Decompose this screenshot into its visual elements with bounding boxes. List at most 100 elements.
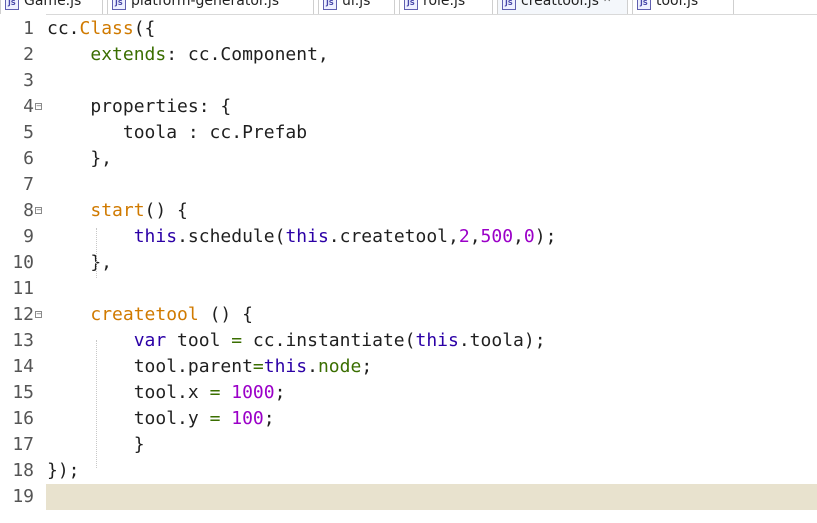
code-token: .createtool, <box>328 226 459 247</box>
code-line[interactable]: 6 }, <box>0 146 817 172</box>
code-text: tool.x = 1000; <box>47 380 286 406</box>
code-token: : cc.Component, <box>166 44 329 65</box>
code-line[interactable]: 12− createtool () { <box>0 302 817 328</box>
close-tab-icon[interactable]: ✕ <box>603 0 611 7</box>
code-token: }, <box>47 148 113 169</box>
line-number: 12 <box>12 304 34 325</box>
code-line[interactable]: 16 tool.y = 100; <box>0 406 817 432</box>
line-number: 18 <box>12 460 34 481</box>
line-number: 10 <box>12 252 34 273</box>
code-token: () { <box>198 304 253 325</box>
line-number: 8 <box>23 200 34 221</box>
code-line[interactable]: 15 tool.x = 1000; <box>0 380 817 406</box>
code-token: cc. <box>47 18 80 39</box>
code-text: }, <box>47 146 112 172</box>
syntax-token-num: 500 <box>480 226 514 247</box>
fold-toggle-icon[interactable]: − <box>35 103 42 110</box>
tab-ui-js[interactable]: JS ui.js <box>318 0 395 14</box>
syntax-token-orange: start <box>90 200 145 221</box>
code-token: }); <box>47 460 80 481</box>
line-number: 15 <box>12 382 34 403</box>
code-line[interactable]: 2 extends: cc.Component, <box>0 42 817 68</box>
line-number: 7 <box>23 174 34 195</box>
line-number: 19 <box>12 486 34 507</box>
tab-label: ui.js <box>342 0 371 9</box>
syntax-token-op: = <box>231 330 243 351</box>
tab-platform-generator-js[interactable]: JS platform-generator.js <box>107 0 314 14</box>
js-file-icon: JS <box>323 0 337 10</box>
syntax-token-green: node <box>317 356 362 377</box>
code-line[interactable]: 5 toola : cc.Prefab <box>0 120 817 146</box>
code-line[interactable]: 14 tool.parent=this.node; <box>0 354 817 380</box>
fold-toggle-icon[interactable]: − <box>35 207 42 214</box>
code-token: tool.y <box>47 408 210 429</box>
code-token: ; <box>263 408 275 429</box>
syntax-token-blue: this <box>285 226 329 247</box>
code-text: tool.y = 100; <box>47 406 275 432</box>
line-number: 17 <box>12 434 34 455</box>
code-line[interactable]: 17 } <box>0 432 817 458</box>
js-file-icon: JS <box>404 0 418 10</box>
code-token: .schedule( <box>177 226 286 247</box>
tab-role-js[interactable]: JS role.js <box>399 0 493 14</box>
code-token: .toola); <box>458 330 546 351</box>
tab-game-js[interactable]: JS Game.js <box>0 0 103 14</box>
line-number: 11 <box>12 278 34 299</box>
code-token: cc.instantiate( <box>242 330 416 351</box>
code-line[interactable]: 13 var tool = cc.instantiate(this.toola)… <box>0 328 817 354</box>
code-token: ); <box>534 226 557 247</box>
line-number: 16 <box>12 408 34 429</box>
tab-label: tool.js <box>656 0 699 9</box>
code-text: }, <box>47 250 112 276</box>
line-number: 6 <box>23 148 34 169</box>
syntax-token-num: 100 <box>231 408 264 429</box>
code-line[interactable]: 10 }, <box>0 250 817 276</box>
syntax-token-op: = <box>252 356 264 377</box>
syntax-token-orange: Class <box>79 18 134 39</box>
code-editor[interactable]: 1 cc.Class({2 extends: cc.Component, 3 4− p… <box>0 14 817 523</box>
tab-label: role.js <box>423 0 466 9</box>
code-line[interactable]: 18}); <box>0 458 817 484</box>
syntax-token-blue: this <box>263 356 308 377</box>
js-file-icon: JS <box>637 0 651 10</box>
syntax-token-blue: this <box>415 330 459 351</box>
code-line[interactable]: 11 <box>0 276 817 302</box>
code-line[interactable]: 19 <box>0 484 817 510</box>
code-text: cc.Class({ <box>47 16 155 42</box>
code-line[interactable]: 4− properties: { <box>0 94 817 120</box>
code-token: ({ <box>133 18 156 39</box>
code-line[interactable]: 3 <box>0 68 817 94</box>
syntax-token-num: 1000 <box>231 382 275 403</box>
code-line[interactable]: 7 <box>0 172 817 198</box>
code-line[interactable]: 9 this.schedule(this.createtool,2,500,0)… <box>0 224 817 250</box>
fold-toggle-icon[interactable]: − <box>35 311 42 318</box>
syntax-token-blue: this <box>133 226 178 247</box>
code-text: var tool = cc.instantiate(this.toola); <box>47 328 546 354</box>
tab-label: creattool.js <box>521 0 599 9</box>
code-token: ; <box>274 382 286 403</box>
code-token: , <box>469 226 481 247</box>
line-number: 3 <box>23 70 34 91</box>
tab-creattool-js[interactable]: JS creattool.js ✕ <box>497 0 628 14</box>
line-number: 1 <box>23 18 34 39</box>
code-token: tool <box>166 330 232 351</box>
code-line[interactable]: 8− start() { <box>0 198 817 224</box>
code-text: createtool () { <box>47 302 253 328</box>
line-number: 4 <box>23 96 34 117</box>
line-number: 14 <box>12 356 34 377</box>
line-number: 2 <box>23 44 34 65</box>
syntax-token-op: = <box>209 382 221 403</box>
line-number: 9 <box>23 226 34 247</box>
code-token: properties: { <box>47 96 232 117</box>
syntax-token-num: 0 <box>523 226 535 247</box>
code-line[interactable]: 1 cc.Class({ <box>0 16 817 42</box>
js-file-icon: JS <box>5 0 19 10</box>
tab-tool-js[interactable]: JS tool.js <box>632 0 734 14</box>
code-text: start() { <box>47 198 188 224</box>
indent-guide <box>96 228 97 278</box>
code-text: }); <box>47 458 80 484</box>
